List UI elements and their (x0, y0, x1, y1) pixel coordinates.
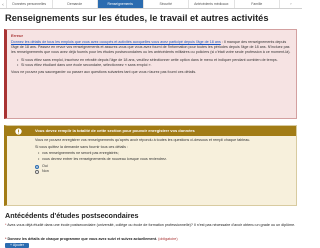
error-alert: Erreur Donnez les détails de tous les em… (4, 29, 297, 119)
error-bullet-list: Si vous étiez sans emploi, inscrivez en … (17, 58, 292, 69)
error-paragraph: Donnez les détails de tous les emplois q… (11, 40, 292, 56)
radio-no[interactable] (35, 170, 39, 175)
tab-next[interactable]: › (280, 0, 302, 8)
tab-information[interactable]: Renseignements (98, 0, 144, 8)
tab-previous[interactable]: ‹ (0, 0, 7, 8)
question-postsecondary: * Avez-vous déjà étudié dans une école p… (5, 223, 297, 228)
question-programs-text: Donnez les détails de chaque programme q… (7, 237, 158, 241)
tab-family[interactable]: Famille (235, 0, 280, 8)
error-title: Erreur (11, 33, 24, 38)
page-title: Renseignements sur les études, le travai… (5, 13, 269, 23)
section-title: Antécédents d'études postsecondaires (5, 211, 139, 220)
question-postsecondary-text: Avez-vous déjà étudié dans une école pos… (7, 223, 296, 227)
question-programs: * Donnez les détails de chaque programme… (5, 237, 297, 242)
error-note: Vous ne pouvez pas sauvegarder ou passer… (11, 70, 197, 75)
radio-no-label: Non (42, 169, 49, 174)
warning-icon (15, 127, 22, 135)
error-bullet: Si vous étiez étudiant dans une école se… (17, 63, 292, 68)
error-body: Donnez les détails de tous les emplois q… (11, 40, 292, 75)
warning-option-no[interactable]: Non (35, 169, 292, 175)
warning-paragraph: Vous ne pouvez enregistrer vos renseigne… (35, 138, 251, 142)
warning-bullet: vous devrez entrer les renseignements de… (38, 157, 292, 162)
radio-yes[interactable] (35, 164, 39, 169)
tab-personal-data[interactable]: Données personnelles (7, 0, 53, 8)
warning-paragraph-2: Si vous quittez la demande sans fournir … (35, 145, 129, 150)
warning-header: Vous devez remplir la totalité de cette … (7, 126, 296, 136)
warning-bullet-list: vos renseignements ne seront pas enregis… (38, 151, 292, 162)
warning-title: Vous devez remplir la totalité de cette … (35, 128, 195, 133)
error-link[interactable]: Donnez les détails de tous les emplois q… (11, 40, 221, 44)
tab-application[interactable]: Demande (53, 0, 98, 8)
progress-tabs: ‹ Données personnelles Demande Renseigne… (0, 0, 302, 9)
tab-medical[interactable]: Antécédents médicaux (189, 0, 235, 8)
required-hint: (obligatoire) (158, 237, 178, 241)
add-program-button[interactable]: + Ajouter (5, 242, 29, 248)
warning-alert: Vous devez remplir la totalité de cette … (4, 125, 297, 206)
warning-body: Vous ne pouvez enregistrer vos renseigne… (7, 136, 296, 175)
tab-security[interactable]: Sécurité (144, 0, 189, 8)
